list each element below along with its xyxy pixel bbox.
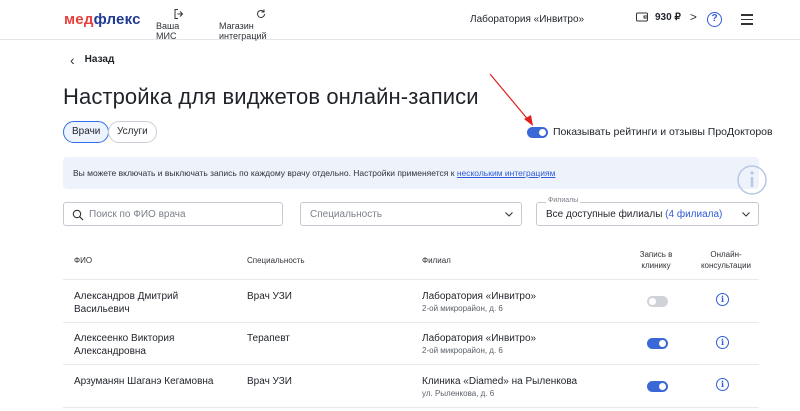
branch-count: (4 филиала) — [665, 209, 723, 220]
ratings-toggle-label: Показывать рейтинги и отзывы ПроДокторов — [553, 126, 773, 138]
ratings-toggle[interactable] — [527, 126, 548, 138]
menu-icon[interactable] — [741, 14, 753, 25]
ratings-toggle-row[interactable]: Показывать рейтинги и отзывы ПроДокторов — [527, 126, 773, 138]
column-header-online-consultation: Онлайн-консультации — [700, 250, 752, 270]
info-icon[interactable]: i — [716, 378, 729, 391]
banner-text: Вы можете включать и выключать запись по… — [73, 168, 556, 178]
search-input[interactable] — [89, 207, 274, 222]
info-icon — [737, 165, 767, 195]
table-row-branch: Лаборатория «Инвитро» 2-ой микрорайон, д.… — [422, 291, 537, 313]
nav-your-mis[interactable]: Ваша МИС — [156, 8, 202, 41]
back-label: Назад — [84, 54, 115, 65]
divider — [63, 407, 759, 408]
chevron-down-icon — [505, 212, 513, 217]
table-row-address: 2-ой микрорайон, д. 6 — [422, 304, 503, 313]
column-header-branch: Филиал — [422, 256, 451, 265]
logo[interactable]: медфлекс — [64, 11, 141, 28]
specialty-placeholder: Специальность — [310, 209, 382, 220]
table-row-specialty: Врач УЗИ — [247, 376, 292, 387]
divider — [63, 322, 759, 323]
clinic-booking-toggle[interactable] — [647, 338, 668, 349]
divider — [63, 279, 759, 280]
lab-selector[interactable]: Лаборатория «Инвитро» — [470, 14, 584, 25]
specialty-select[interactable]: Специальность — [300, 202, 522, 226]
clinic-booking-toggle[interactable] — [647, 381, 668, 392]
balance-amount: 930 ₽ — [655, 11, 681, 23]
wallet-icon — [636, 12, 648, 22]
clinic-booking-toggle[interactable] — [647, 296, 668, 307]
annotation-arrow — [489, 73, 533, 126]
back-link[interactable]: ‹ Назад — [70, 51, 115, 68]
table-row-name: Александров Дмитрий Васильевич — [74, 291, 179, 315]
page-title: Настройка для виджетов онлайн-записи — [63, 84, 479, 109]
branch-value: Все доступные филиалы (4 филиала) — [546, 209, 723, 220]
branch-select-label: Филиалы — [546, 197, 581, 204]
nav-integration-store-label: Магазин интеграций — [219, 21, 267, 41]
help-icon[interactable]: ? — [707, 12, 722, 27]
nav-your-mis-label: Ваша МИС — [156, 21, 180, 41]
branch-select[interactable]: Все доступные филиалы (4 филиала) — [536, 202, 759, 226]
refresh-icon — [257, 9, 265, 18]
divider — [63, 364, 759, 365]
info-icon[interactable]: i — [716, 336, 729, 349]
info-banner: Вы можете включать и выключать запись по… — [63, 157, 759, 189]
balance-button[interactable]: 930 ₽ > — [635, 10, 697, 24]
column-header-clinic-booking: Запись в клинику — [639, 250, 673, 270]
chevron-right-icon: > — [689, 10, 697, 24]
table-row-name: Арзуманян Шаганэ Кегамовна — [74, 376, 214, 387]
info-icon[interactable]: i — [716, 293, 729, 306]
integrations-link[interactable]: нескольким интеграциям — [457, 168, 556, 178]
chevron-down-icon — [742, 212, 750, 217]
table-row-address: 2-ой микрорайон, д. 6 — [422, 346, 503, 355]
back-arrow-icon: ‹ — [70, 51, 75, 68]
table-row-specialty: Врач УЗИ — [247, 291, 292, 302]
table-row-name: Алексеенко Виктория Александровна — [74, 333, 175, 357]
table-row-branch: Клиника «Diamed» на Рыленкова ул. Рыленко… — [422, 376, 578, 398]
tab-doctors[interactable]: Врачи — [63, 121, 110, 143]
tab-services[interactable]: Услуги — [108, 121, 157, 143]
table-row-branch: Лаборатория «Инвитро» 2-ой микрорайон, д.… — [422, 333, 537, 355]
search-field[interactable] — [63, 202, 283, 226]
table-row-address: ул. Рыленкова, д. 6 — [422, 389, 495, 398]
column-header-name: ФИО — [74, 256, 93, 265]
table-row-specialty: Терапевт — [247, 333, 290, 344]
nav-integration-store[interactable]: Магазин интеграций — [219, 8, 303, 41]
exit-icon — [174, 9, 184, 19]
search-icon — [72, 209, 84, 221]
column-header-specialty: Специальность — [247, 256, 305, 265]
top-bar: медфлекс Ваша МИС Магазин интеграций Лаб… — [0, 0, 800, 41]
